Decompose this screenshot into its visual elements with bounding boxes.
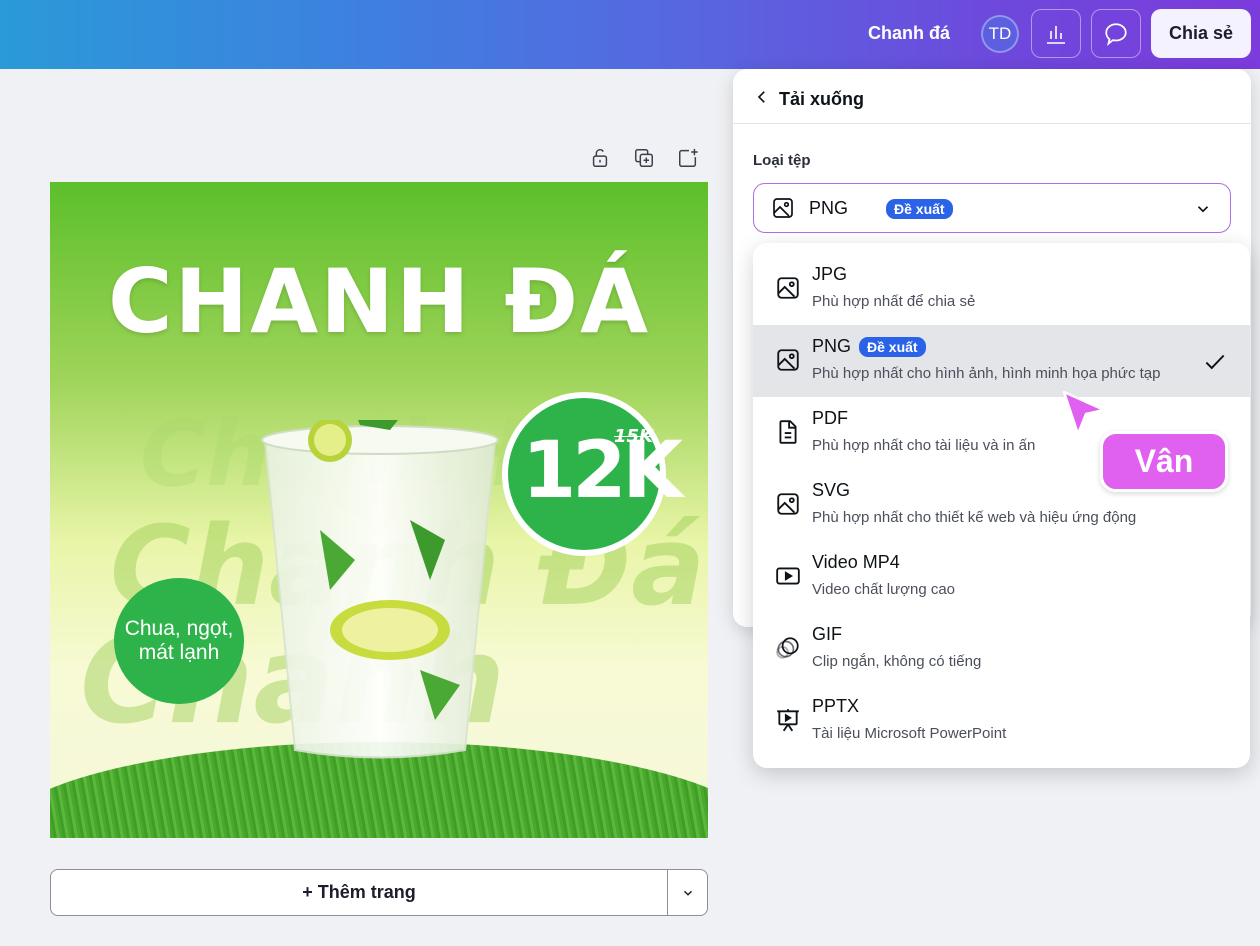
option-description: Phù hợp nhất để chia sẻ xyxy=(812,293,976,310)
price-text: 12K xyxy=(522,426,683,516)
file-type-dropdown: JPG Phù hợp nhất để chia sẻ PNG Đề xuất … xyxy=(753,243,1250,768)
tagline-text: Chua, ngọt, mát lạnh xyxy=(124,616,234,664)
duplicate-page-icon[interactable] xyxy=(632,146,656,170)
option-name: SVG xyxy=(812,480,851,500)
document-icon xyxy=(779,420,797,444)
top-bar: Chanh đá TD Chia sẻ xyxy=(0,0,1260,69)
insights-button[interactable] xyxy=(1031,9,1081,58)
gif-icon xyxy=(776,637,799,659)
option-mp4[interactable]: Video MP4 Video chất lượng cao xyxy=(753,541,1250,613)
recommended-badge: Đề xuất xyxy=(859,337,926,357)
chevron-down-icon xyxy=(683,890,692,896)
price-badge: 12K 15K xyxy=(502,392,683,556)
design-headline: CHANH ĐÁ xyxy=(107,250,651,353)
tagline-badge: Chua, ngọt, mát lạnh xyxy=(114,578,244,704)
option-name: GIF xyxy=(812,624,842,644)
option-png[interactable]: PNG Đề xuất Phù hợp nhất cho hình ảnh, h… xyxy=(753,325,1250,397)
option-description: Clip ngắn, không có tiếng xyxy=(812,653,982,670)
user-avatar[interactable]: TD xyxy=(981,15,1019,53)
option-name: JPG xyxy=(812,264,848,284)
add-page-button[interactable]: + Thêm trang xyxy=(50,869,668,916)
video-icon xyxy=(776,567,800,585)
option-name: PDF xyxy=(812,408,848,428)
file-type-label: Loại tệp xyxy=(753,152,811,169)
back-icon[interactable] xyxy=(753,88,771,106)
chevron-down-icon xyxy=(1197,206,1209,213)
drink-cup-image xyxy=(261,420,499,759)
comment-icon xyxy=(1105,22,1127,46)
collaborator-cursor-icon xyxy=(1062,390,1106,436)
checkmark-icon xyxy=(1205,354,1225,370)
option-gif[interactable]: GIF Clip ngắn, không có tiếng xyxy=(753,613,1250,685)
collaborator-label: Vân xyxy=(1100,431,1228,492)
add-page-icon[interactable] xyxy=(676,146,700,170)
presentation-icon xyxy=(777,709,799,732)
add-page-options-button[interactable] xyxy=(667,869,708,916)
image-icon xyxy=(773,198,793,218)
option-jpg[interactable]: JPG Phù hợp nhất để chia sẻ xyxy=(753,253,1250,325)
panel-header: Tải xuống xyxy=(733,69,1251,124)
option-name: Video MP4 xyxy=(812,552,900,572)
image-icon xyxy=(777,349,799,371)
file-type-value: PNG xyxy=(809,198,849,218)
old-price-text: 15K xyxy=(614,426,653,447)
option-name: PPTX xyxy=(812,696,860,716)
option-description: Phù hợp nhất cho tài liệu và in ấn xyxy=(812,437,1036,454)
lock-icon[interactable] xyxy=(588,146,612,170)
option-pptx[interactable]: PPTX Tài liệu Microsoft PowerPoint xyxy=(753,685,1250,757)
option-description: Tài liệu Microsoft PowerPoint xyxy=(812,725,1007,742)
share-button[interactable]: Chia sẻ xyxy=(1151,9,1251,58)
option-description: Phù hợp nhất cho thiết kế web và hiệu ứn… xyxy=(812,509,1137,526)
option-name: PNG xyxy=(812,336,852,356)
page-tools xyxy=(588,146,700,170)
image-icon xyxy=(777,493,799,515)
recommended-badge: Đề xuất xyxy=(886,199,953,219)
panel-title: Tải xuống xyxy=(779,89,864,109)
option-description: Video chất lượng cao xyxy=(812,581,956,598)
image-icon xyxy=(777,277,799,299)
option-description: Phù hợp nhất cho hình ảnh, hình minh họa… xyxy=(812,365,1161,382)
document-title[interactable]: Chanh đá xyxy=(868,23,950,44)
comments-button[interactable] xyxy=(1091,9,1141,58)
bar-chart-icon xyxy=(1047,25,1065,44)
design-canvas[interactable]: Chanh Đá Chanh Đá Chanh Đá CHANH ĐÁ 12K … xyxy=(50,182,708,838)
file-type-select[interactable]: PNG Đề xuất xyxy=(753,183,1231,233)
